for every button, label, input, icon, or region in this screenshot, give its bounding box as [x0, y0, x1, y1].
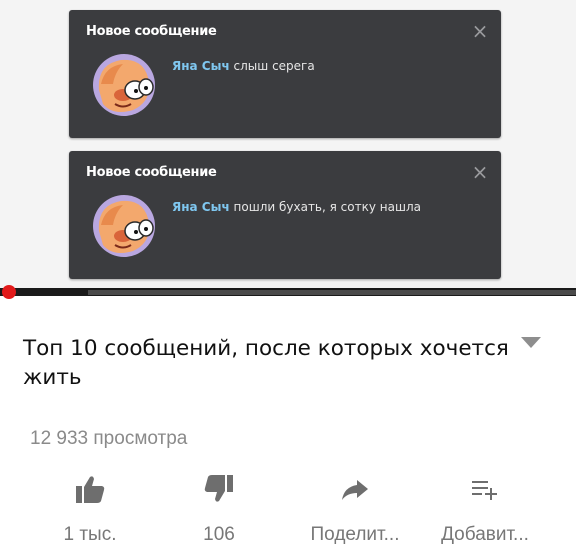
video-title: Топ 10 сообщений, после которых хочется … [23, 336, 509, 390]
close-icon[interactable]: × [471, 21, 489, 41]
notification-title: Новое сообщение [86, 24, 217, 39]
chevron-down-icon[interactable] [521, 337, 541, 349]
progress-scrubber[interactable] [2, 285, 16, 299]
add-to-playlist-icon [472, 481, 497, 500]
share-button[interactable]: Поделит... [295, 470, 415, 554]
notification-text: пошли бухать, я сотку нашла [233, 200, 421, 214]
dislike-count: 106 [203, 524, 235, 545]
video-progress-bar[interactable] [0, 285, 576, 299]
like-button[interactable]: 1 тыс. [30, 470, 150, 554]
notification-card[interactable]: Новое сообщение × Яна Сыч слыш серега [69, 10, 501, 138]
share-icon [342, 480, 368, 500]
close-icon[interactable]: × [471, 162, 489, 182]
like-count: 1 тыс. [63, 524, 117, 545]
notification-sender[interactable]: Яна Сыч [172, 200, 230, 214]
add-to-playlist-button[interactable]: Добавит... [425, 470, 545, 554]
add-label: Добавит... [441, 524, 529, 545]
notification-sender[interactable]: Яна Сыч [172, 59, 230, 73]
avatar [93, 195, 155, 257]
progress-buffer [88, 290, 576, 295]
notification-message: Яна Сыч пошли бухать, я сотку нашла [172, 200, 421, 214]
thumbs-down-icon [204, 475, 233, 502]
thumbs-up-icon [76, 476, 105, 503]
share-label: Поделит... [310, 524, 400, 545]
avatar [93, 54, 155, 116]
notification-text: слыш серега [233, 59, 315, 73]
dislike-button[interactable]: 106 [159, 470, 279, 554]
view-count: 12 933 просмотра [30, 428, 188, 449]
notification-message: Яна Сыч слыш серега [172, 59, 315, 73]
notification-title: Новое сообщение [86, 165, 217, 180]
notification-card[interactable]: Новое сообщение × Яна Сыч пошли бухать, … [69, 151, 501, 279]
video-frame[interactable]: Новое сообщение × Яна Сыч слыш серега Но… [0, 0, 576, 288]
